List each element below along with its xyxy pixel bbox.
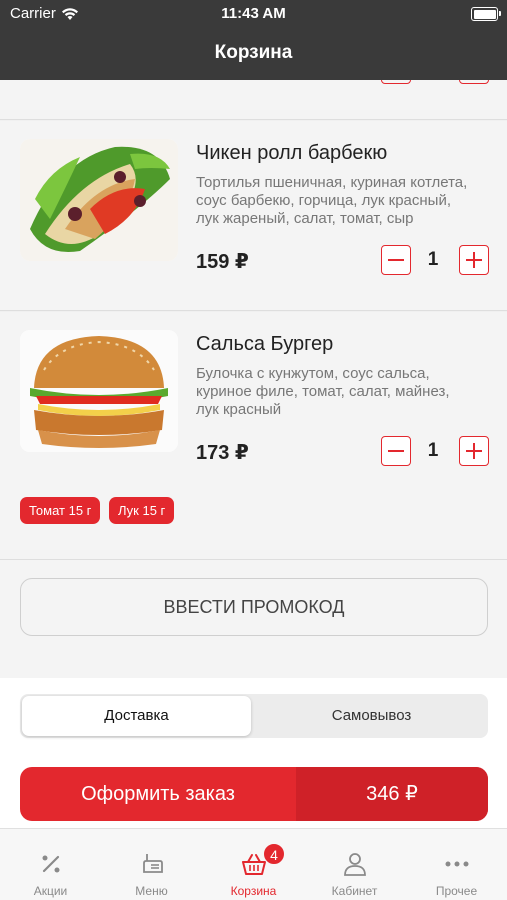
- increase-quantity-button[interactable]: [459, 436, 489, 466]
- item-quantity: 1: [427, 249, 439, 270]
- battery-icon: [471, 7, 501, 21]
- checkout-panel: Доставка Самовывоз Оформить заказ 346 ₽: [0, 678, 507, 828]
- promo-code-button[interactable]: ВВЕСТИ ПРОМОКОД: [20, 578, 488, 636]
- modifier-tag: Лук 15 г: [109, 497, 175, 524]
- salsa-burger-photo: [20, 330, 178, 452]
- item-description: Булочка с кунжутом, соус сальса, куриное…: [196, 365, 450, 418]
- chicken-roll-photo: [20, 139, 178, 261]
- tab-bar: Акции Меню 4 Корзина Кабинет Прочее: [0, 828, 507, 900]
- tab-cart[interactable]: 4 Корзина: [203, 829, 304, 900]
- tab-account[interactable]: Кабинет: [304, 829, 405, 900]
- tab-label: Корзина: [230, 884, 277, 898]
- item-description: Тортилья пшеничная, куриная котлета, соу…: [196, 174, 468, 227]
- item-name: Чикен ролл барбекю: [196, 142, 388, 164]
- page-title: Корзина: [214, 42, 293, 63]
- increase-quantity-button[interactable]: [459, 245, 489, 275]
- checkout-label: Оформить заказ: [81, 783, 235, 805]
- delivery-option[interactable]: Доставка: [22, 696, 251, 736]
- tab-label: Акции: [33, 884, 68, 898]
- modifier-tag: Томат 15 г: [20, 497, 101, 524]
- checkout-total: 346 ₽: [296, 767, 488, 821]
- tab-promotions[interactable]: Акции: [0, 829, 101, 900]
- navigation-header: Carrier 11:43 AM Корзина: [0, 0, 507, 80]
- cart-item: Сальса Бургер Булочка с кунжутом, соус с…: [0, 312, 507, 560]
- status-time: 11:43 AM: [221, 5, 286, 22]
- cart-item: Чикен ролл барбекю Тортилья пшеничная, к…: [0, 121, 507, 311]
- checkout-button[interactable]: Оформить заказ 346 ₽: [20, 767, 488, 821]
- item-quantity: 1: [427, 440, 439, 461]
- item-name: Сальса Бургер: [196, 333, 334, 355]
- decrease-quantity-button[interactable]: [381, 245, 411, 275]
- delivery-switch[interactable]: Доставка Самовывоз: [20, 694, 488, 738]
- increase-button[interactable]: [459, 80, 489, 84]
- tab-label: Кабинет: [331, 884, 378, 898]
- percent-icon: [42, 855, 60, 873]
- tab-label: Меню: [135, 884, 168, 898]
- menu-icon: [143, 854, 163, 873]
- item-price: 173 ₽: [196, 442, 249, 464]
- item-price: 159 ₽: [196, 251, 249, 273]
- tab-menu[interactable]: Меню: [101, 829, 202, 900]
- decrease-button[interactable]: [381, 80, 411, 84]
- cart-count-badge: 4: [263, 843, 285, 865]
- user-icon: [344, 853, 366, 876]
- pickup-option[interactable]: Самовывоз: [257, 696, 486, 736]
- status-bar: Carrier 11:43 AM: [0, 5, 507, 25]
- more-icon: [445, 861, 469, 867]
- tab-more[interactable]: Прочее: [406, 829, 507, 900]
- promo-section: ВВЕСТИ ПРОМОКОД: [0, 560, 507, 680]
- decrease-quantity-button[interactable]: [381, 436, 411, 466]
- cart-list[interactable]: Чикен ролл барбекю Тортилья пшеничная, к…: [0, 80, 507, 680]
- previous-item-peek: [0, 80, 507, 120]
- tab-label: Прочее: [435, 884, 478, 898]
